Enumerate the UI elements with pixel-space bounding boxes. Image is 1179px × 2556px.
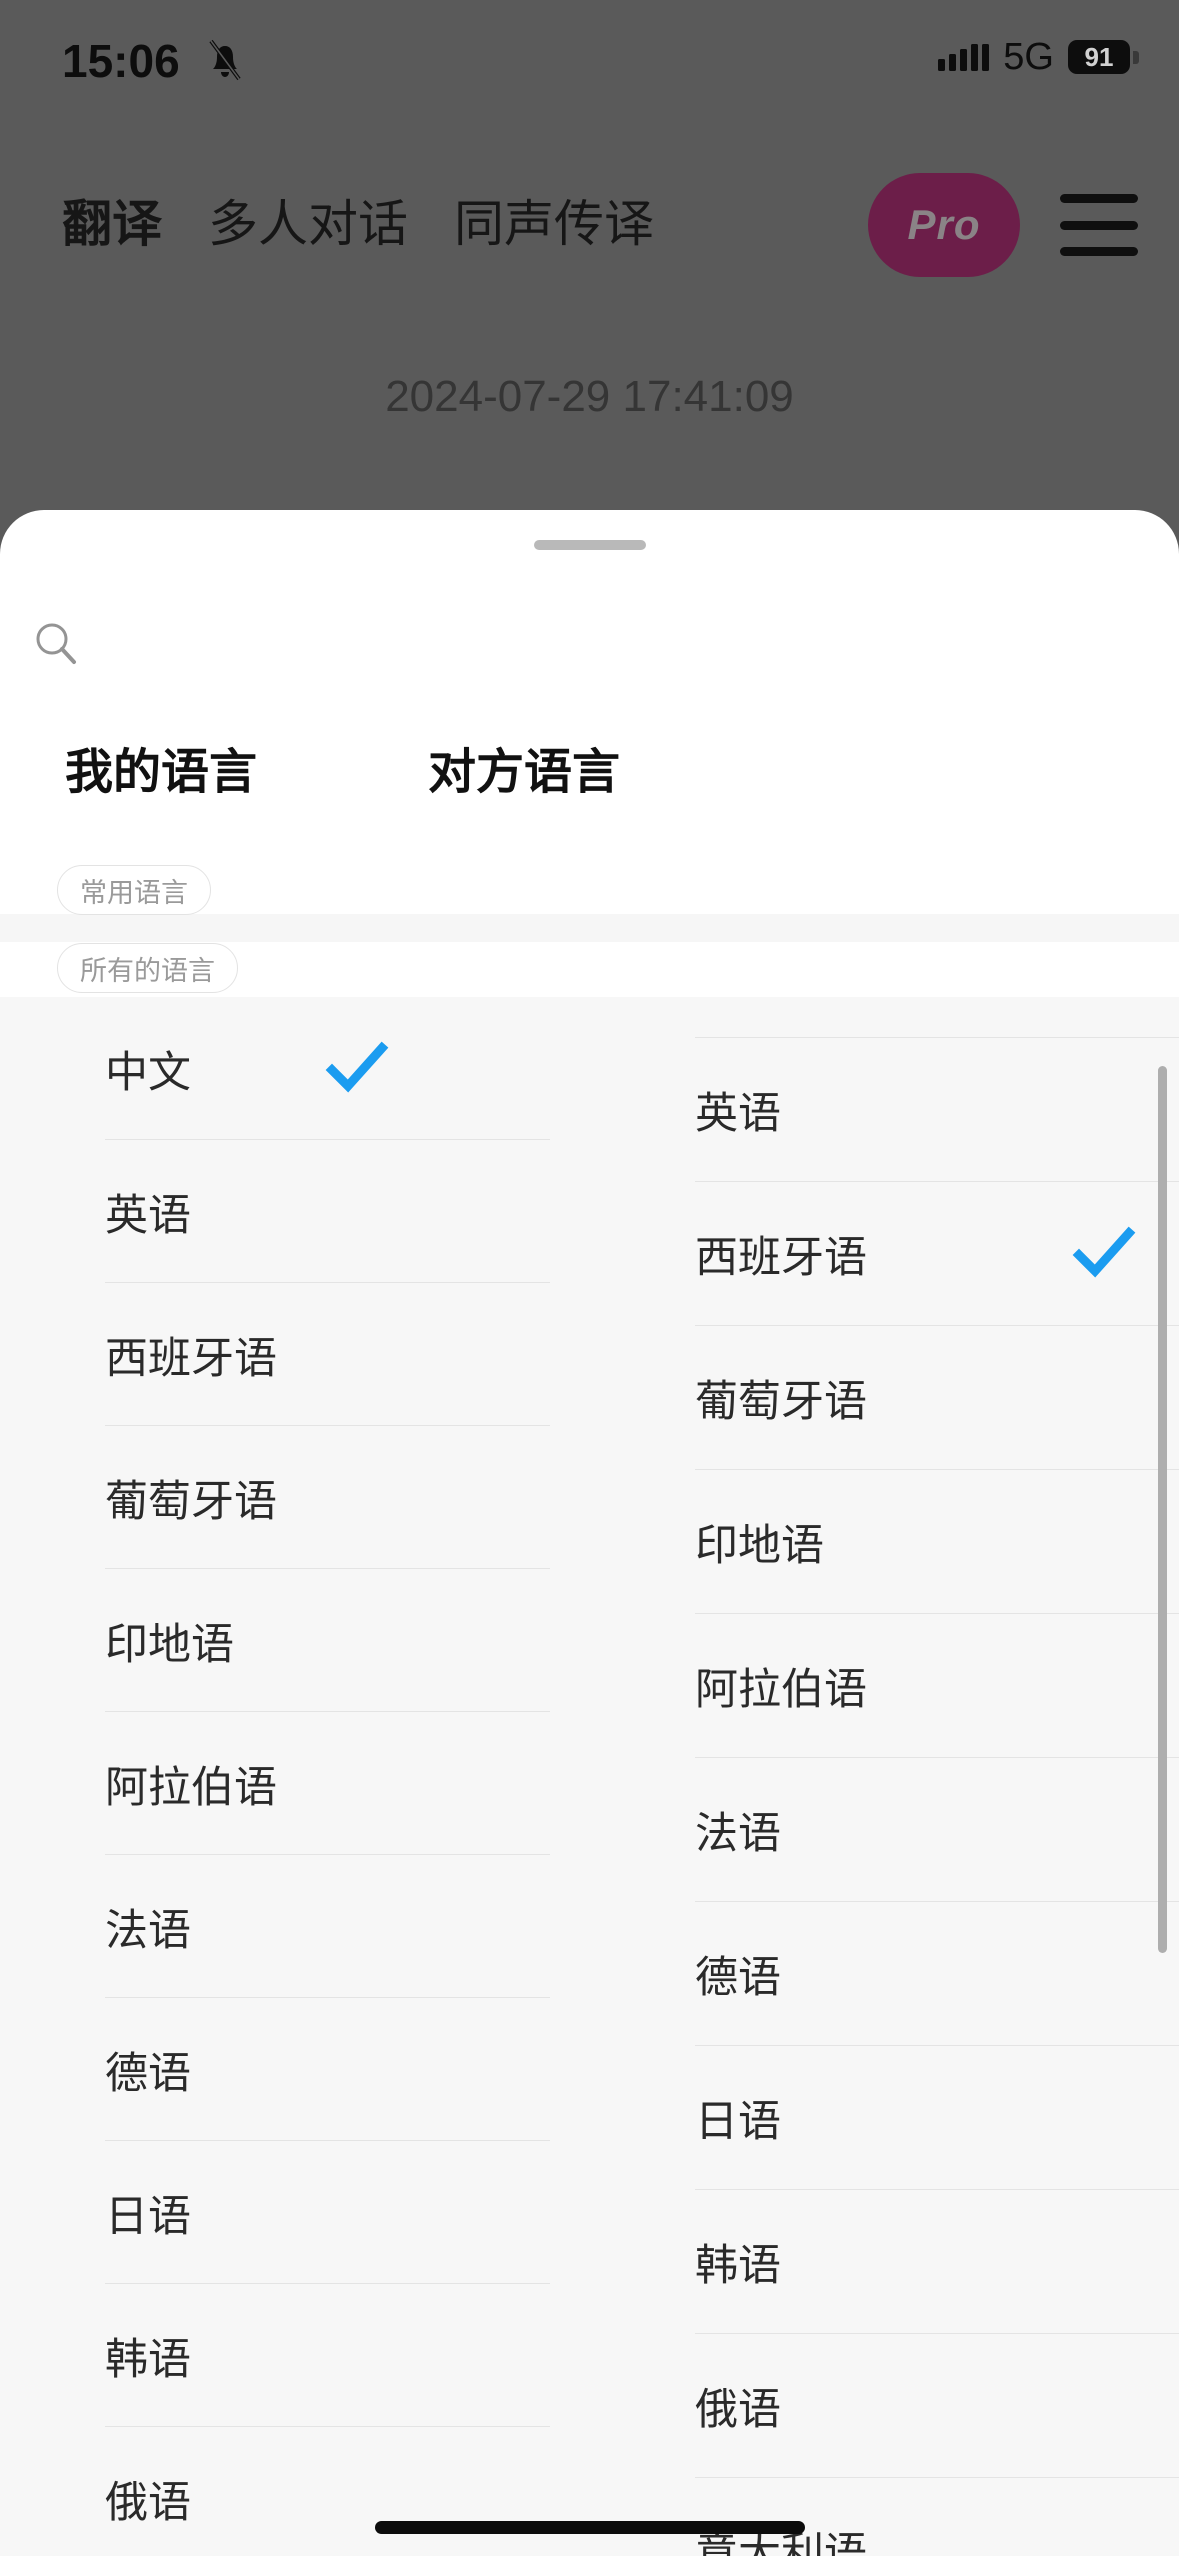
language-row[interactable]: 阿拉伯语 [0, 1712, 590, 1855]
language-row[interactable]: 日语 [0, 2141, 590, 2284]
search-input[interactable] [84, 588, 1179, 700]
language-lists: 中文英语西班牙语葡萄牙语印地语阿拉伯语法语德语日语韩语俄语 中文英语西班牙语葡萄… [0, 997, 1179, 2556]
language-row[interactable]: 韩语 [0, 2284, 590, 2427]
language-label: 俄语 [105, 2478, 191, 2527]
language-picker-sheet: 我的语言 对方语言 常用语言 所有的语言 中文英语西班牙语葡萄牙语印地语阿拉伯语… [0, 510, 1179, 2556]
language-row[interactable]: 法语 [590, 1758, 1179, 1902]
language-row[interactable]: 俄语 [590, 2334, 1179, 2478]
language-label: 韩语 [105, 2335, 191, 2384]
language-row[interactable]: 俄语 [0, 2427, 590, 2556]
language-label: 中文 [105, 1048, 191, 1097]
checkmark-icon [1072, 1226, 1136, 1278]
language-label: 韩语 [695, 2242, 781, 2290]
language-row[interactable]: 葡萄牙语 [590, 1326, 1179, 1470]
language-row[interactable]: 阿拉伯语 [590, 1614, 1179, 1758]
chip-all-languages[interactable]: 所有的语言 [57, 943, 238, 993]
scrollbar-thumb[interactable] [1158, 1066, 1167, 1953]
peer-language-list[interactable]: 中文英语西班牙语葡萄牙语印地语阿拉伯语法语德语日语韩语俄语意大利语 [590, 997, 1179, 2556]
drag-handle-icon[interactable] [533, 540, 646, 550]
language-row[interactable]: 英语 [590, 1038, 1179, 1182]
language-label: 西班牙语 [105, 1334, 277, 1383]
chip-common-languages[interactable]: 常用语言 [57, 865, 211, 915]
language-label: 葡萄牙语 [105, 1477, 277, 1526]
language-row[interactable]: 日语 [590, 2046, 1179, 2190]
language-row[interactable]: 英语 [0, 1140, 590, 1283]
language-row[interactable]: 德语 [590, 1902, 1179, 2046]
language-row[interactable]: 葡萄牙语 [0, 1426, 590, 1569]
peer-language-title: 对方语言 [428, 746, 621, 799]
language-row[interactable]: 德语 [0, 1998, 590, 2141]
language-label: 俄语 [695, 2386, 781, 2434]
language-row[interactable]: 中文 [590, 997, 1179, 1038]
language-label: 阿拉伯语 [695, 1666, 867, 1714]
language-label: 日语 [105, 2192, 191, 2241]
language-label: 法语 [105, 1906, 191, 1955]
language-row[interactable]: 印地语 [0, 1569, 590, 1712]
language-label: 西班牙语 [695, 1234, 867, 1282]
language-row[interactable]: 韩语 [590, 2190, 1179, 2334]
language-row[interactable]: 西班牙语 [0, 1283, 590, 1426]
language-label: 法语 [695, 1810, 781, 1858]
search-row [0, 588, 1179, 700]
my-language-list[interactable]: 中文英语西班牙语葡萄牙语印地语阿拉伯语法语德语日语韩语俄语 [0, 997, 590, 2556]
search-icon[interactable] [28, 616, 84, 672]
language-label: 英语 [695, 1090, 781, 1138]
language-label: 德语 [105, 2049, 191, 2098]
column-titles: 我的语言 对方语言 [0, 732, 1179, 832]
chip-row-common: 常用语言 [0, 865, 1179, 919]
language-row[interactable]: 意大利语 [590, 2478, 1179, 2556]
checkmark-icon [325, 1041, 389, 1093]
language-row[interactable]: 法语 [0, 1855, 590, 1998]
language-label: 葡萄牙语 [695, 1378, 867, 1426]
home-indicator [374, 2521, 805, 2534]
language-row[interactable]: 中文 [0, 997, 590, 1140]
language-label: 印地语 [695, 1522, 824, 1570]
language-label: 日语 [695, 2098, 781, 2146]
language-row[interactable]: 印地语 [590, 1470, 1179, 1614]
vertical-scrollbar[interactable] [1158, 997, 1167, 2556]
my-language-title: 我的语言 [65, 746, 258, 799]
language-row[interactable]: 西班牙语 [590, 1182, 1179, 1326]
language-label: 印地语 [105, 1620, 234, 1669]
language-label: 英语 [105, 1191, 191, 1240]
language-label: 阿拉伯语 [105, 1763, 277, 1812]
chip-row-all: 所有的语言 [0, 943, 1179, 997]
language-label: 德语 [695, 1954, 781, 2002]
